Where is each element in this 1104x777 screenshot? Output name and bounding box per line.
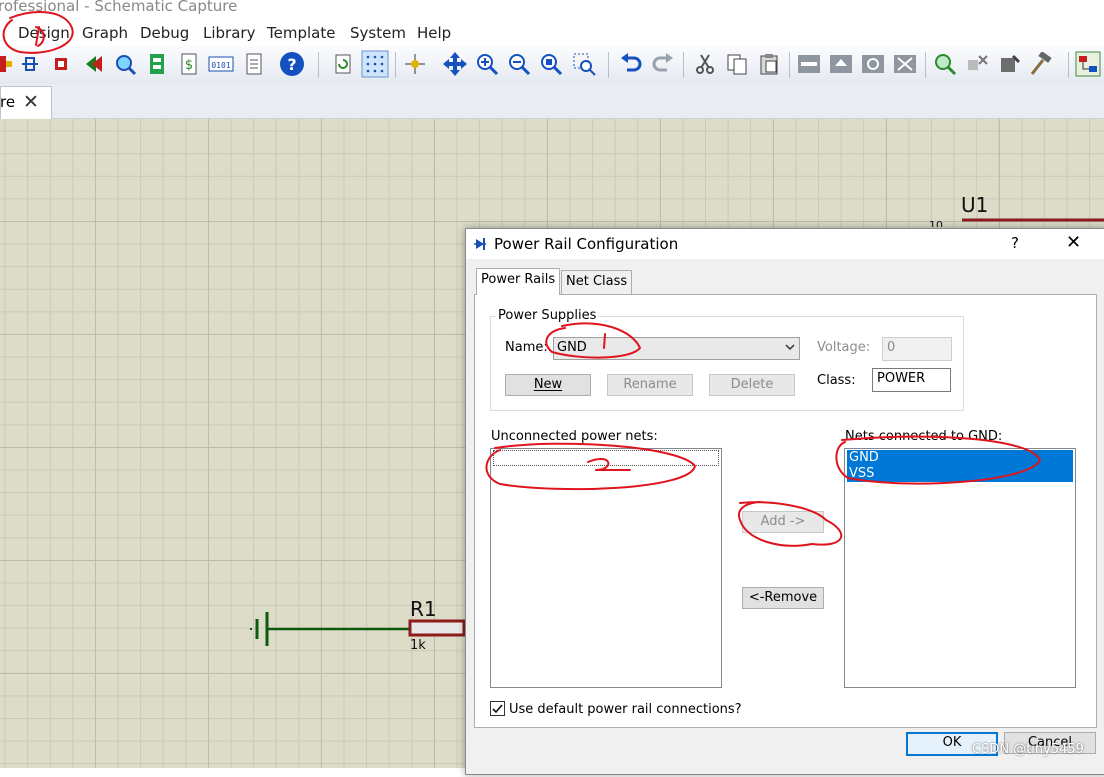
- probe-icon[interactable]: [111, 50, 139, 78]
- list-focus-row: [493, 450, 719, 466]
- unconnected-nets-label: Unconnected power nets:: [491, 429, 658, 444]
- delete-button[interactable]: Delete: [709, 374, 795, 396]
- junction-icon[interactable]: [16, 50, 44, 78]
- name-label: Name:: [505, 340, 548, 355]
- window-title-bar: rofessional - Schematic Capture: [0, 0, 1104, 20]
- tab-net-class[interactable]: Net Class: [561, 270, 633, 294]
- grid-toggle-icon[interactable]: [361, 50, 389, 78]
- pick-device-icon[interactable]: [931, 50, 959, 78]
- list-item[interactable]: GND: [847, 450, 1073, 466]
- add-button-label: Add ->: [760, 514, 806, 529]
- help-icon[interactable]: ?: [278, 50, 306, 78]
- document-icon[interactable]: [240, 50, 268, 78]
- menu-system[interactable]: System: [350, 24, 406, 42]
- r1-reference-label: R1: [410, 597, 437, 621]
- undo-icon[interactable]: [617, 50, 645, 78]
- terminal-icon[interactable]: [80, 50, 108, 78]
- redo-icon[interactable]: [649, 50, 677, 78]
- pcb-icon[interactable]: [143, 50, 171, 78]
- make-device-icon[interactable]: [963, 50, 991, 78]
- origin-icon[interactable]: [401, 50, 429, 78]
- window-title: rofessional - Schematic Capture: [0, 0, 238, 15]
- remove-button-label: <-Remove: [748, 590, 818, 605]
- class-value: POWER: [877, 371, 926, 386]
- block-move-icon[interactable]: [827, 50, 855, 78]
- dialog-app-icon: [474, 238, 486, 250]
- menu-library[interactable]: Library: [203, 24, 255, 42]
- dialog-title: Power Rail Configuration: [494, 235, 679, 253]
- zoom-in-icon[interactable]: [473, 50, 501, 78]
- menu-debug[interactable]: Debug: [140, 24, 189, 42]
- document-tab-strip: re ✕: [0, 84, 1104, 119]
- toolbar: $ 0101 ?: [0, 46, 1104, 85]
- voltage-value: 0: [887, 340, 896, 355]
- voltage-field[interactable]: 0: [882, 337, 952, 361]
- block-rotate-icon[interactable]: [859, 50, 887, 78]
- power-rails-panel: Power Supplies Name: GND Voltage: 0 New …: [474, 294, 1097, 728]
- decompose-hammer-icon[interactable]: [1027, 50, 1055, 78]
- list-item[interactable]: VSS: [847, 466, 1073, 482]
- menu-help[interactable]: Help: [417, 24, 451, 42]
- power-rail-configuration-dialog: Power Rail Configuration ? ✕ Power Rails…: [465, 228, 1104, 775]
- ok-button-label: OK: [942, 735, 962, 750]
- document-tab-label: re: [0, 93, 16, 111]
- default-connections-label: Use default power rail connections?: [509, 702, 742, 717]
- remove-button[interactable]: <-Remove: [742, 587, 824, 609]
- power-supplies-group: [490, 316, 964, 411]
- close-tab-icon[interactable]: ✕: [23, 92, 39, 112]
- zoom-area-icon[interactable]: [570, 50, 598, 78]
- power-supplies-group-title: Power Supplies: [496, 308, 599, 323]
- design-explorer-icon[interactable]: [1074, 50, 1102, 78]
- block-copy-icon[interactable]: [795, 50, 823, 78]
- copy-icon[interactable]: [723, 50, 751, 78]
- svg-text:0101: 0101: [211, 61, 230, 70]
- u1-pin-number: 10: [929, 219, 943, 227]
- paste-icon[interactable]: [755, 50, 783, 78]
- voltage-label: Voltage:: [817, 340, 871, 355]
- tab-power-rails[interactable]: Power Rails: [476, 268, 561, 295]
- rename-button-label: Rename: [623, 377, 677, 392]
- rename-button[interactable]: Rename: [607, 374, 693, 396]
- chip-icon[interactable]: [47, 50, 75, 78]
- block-delete-icon[interactable]: [891, 50, 919, 78]
- menu-template[interactable]: Template: [267, 24, 335, 42]
- close-icon[interactable]: ✕: [1066, 232, 1081, 253]
- unconnected-nets-list[interactable]: [490, 448, 722, 688]
- connected-nets-label: Nets connected to GND:: [845, 429, 1003, 444]
- chevron-down-icon: [785, 344, 795, 351]
- class-label: Class:: [817, 373, 856, 388]
- new-button-label: New: [533, 377, 563, 392]
- refresh-icon[interactable]: [329, 50, 357, 78]
- zoom-out-icon[interactable]: [505, 50, 533, 78]
- connected-nets-list[interactable]: GND VSS: [844, 448, 1076, 688]
- cut-icon[interactable]: [691, 50, 719, 78]
- menu-design[interactable]: Design: [18, 24, 70, 42]
- menu-graph[interactable]: Graph: [82, 24, 128, 42]
- packaging-tool-icon[interactable]: [995, 50, 1023, 78]
- binary-icon[interactable]: 0101: [207, 50, 235, 78]
- document-tab[interactable]: re ✕: [0, 86, 52, 119]
- r1-value-label: 1k: [410, 638, 426, 653]
- u1-reference-label: U1: [961, 193, 989, 217]
- add-button[interactable]: Add ->: [742, 511, 824, 533]
- component-mode-icon[interactable]: [0, 50, 16, 78]
- svg-text:?: ?: [287, 55, 296, 74]
- zoom-all-icon[interactable]: [537, 50, 565, 78]
- bill-of-materials-icon[interactable]: $: [175, 50, 203, 78]
- menu-bar: Design Graph Debug Library Template Syst…: [0, 20, 1104, 46]
- watermark: CSDN @tiny5459: [972, 742, 1084, 757]
- checkmark-icon: [492, 704, 503, 714]
- default-connections-checkbox[interactable]: [490, 701, 505, 716]
- dialog-title-bar[interactable]: Power Rail Configuration ? ✕: [466, 229, 1104, 259]
- class-field[interactable]: POWER: [872, 368, 951, 392]
- svg-text:$: $: [185, 58, 193, 73]
- power-supply-name-select[interactable]: GND: [553, 337, 800, 360]
- power-supply-name-value: GND: [557, 340, 587, 355]
- new-button[interactable]: New: [505, 374, 591, 396]
- resistor-r1[interactable]: [408, 619, 466, 637]
- delete-button-label: Delete: [730, 377, 774, 392]
- pan-icon[interactable]: [441, 50, 469, 78]
- help-icon[interactable]: ?: [1011, 234, 1019, 252]
